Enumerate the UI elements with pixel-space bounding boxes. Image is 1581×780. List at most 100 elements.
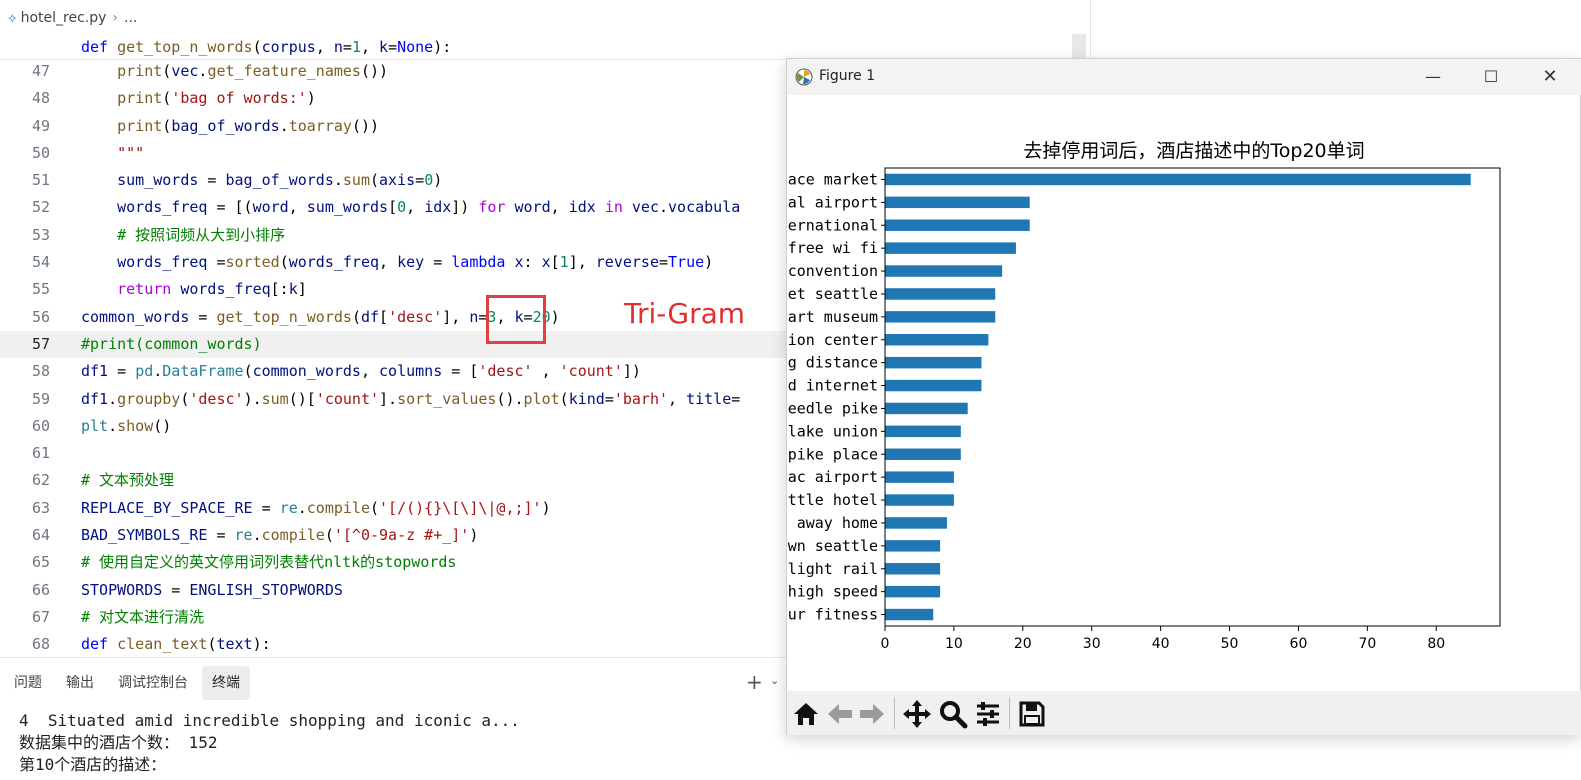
code-token: = [(	[207, 198, 253, 217]
x-tick-label: 10	[945, 636, 963, 652]
code-token: (	[370, 498, 380, 517]
code-token: # 文本预处理	[81, 471, 175, 490]
code-token: ])	[622, 362, 641, 381]
code-token: words_freq	[180, 280, 271, 299]
code-token: (	[324, 526, 334, 545]
close-button[interactable]: ✕	[1536, 65, 1564, 89]
zoom-icon[interactable]	[938, 699, 968, 729]
code-token: def	[81, 38, 118, 56]
maximize-button[interactable]: ☐	[1477, 65, 1505, 89]
bar	[885, 334, 989, 346]
add-terminal-icon[interactable]: +	[746, 670, 763, 694]
terminal-output[interactable]: 4 Situated amid incredible shopping and …	[19, 710, 520, 776]
panel-tab[interactable]: 问题	[4, 666, 52, 700]
line-number: 65	[31, 553, 50, 572]
sticky-code-text: def get_top_n_words(corpus, n=1, k=None)…	[81, 34, 451, 60]
breadcrumb-more[interactable]: ...	[124, 10, 137, 26]
code-token: in	[604, 198, 623, 217]
y-tick-label: wn seattle	[788, 537, 878, 555]
code-token: x	[514, 253, 524, 272]
bar	[885, 448, 961, 460]
code-token: plt	[81, 416, 109, 435]
configure-icon[interactable]	[973, 699, 1003, 729]
minimize-button[interactable]: —	[1419, 65, 1447, 89]
x-tick-label: 70	[1358, 636, 1376, 652]
bar	[885, 379, 982, 392]
code-token: df1	[81, 362, 109, 381]
y-tick-label: lake union	[788, 422, 878, 440]
code-text: # 文本预处理	[81, 467, 174, 494]
code-token: key	[397, 253, 425, 272]
code-text: plt.show()	[81, 413, 171, 440]
y-tick-label: d internet	[788, 377, 878, 395]
code-token: =	[604, 389, 614, 408]
code-token: (	[162, 62, 172, 80]
line-number: 51	[31, 171, 50, 190]
home-icon[interactable]	[791, 699, 821, 729]
code-token: ())	[351, 116, 380, 135]
line-number: 55	[31, 280, 50, 299]
toolbar-separator	[1009, 697, 1010, 729]
code-text: words_freq =sorted(words_freq, key = lam…	[81, 249, 713, 276]
breadcrumb-chevron-icon: ›	[112, 10, 119, 26]
y-tick-label: ac airport	[788, 468, 878, 486]
code-token: toarray	[288, 116, 352, 135]
sticky-scroll-line[interactable]: def get_top_n_words(corpus, n=1, k=None)…	[0, 34, 1090, 60]
code-token: (	[559, 389, 569, 408]
figure-title: Figure 1	[819, 68, 876, 84]
code-token: print	[117, 116, 163, 135]
code-text: def clean_text(text):	[81, 631, 271, 655]
x-tick-label: 0	[881, 636, 890, 652]
y-tick-label: g distance	[788, 354, 878, 372]
code-token: BAD_SYMBOLS_RE	[81, 526, 208, 545]
code-token: ).	[243, 389, 262, 408]
panel-tab[interactable]: 输出	[56, 666, 104, 700]
code-token: sorted	[225, 253, 280, 272]
forward-icon[interactable]	[857, 699, 887, 729]
figure-titlebar[interactable]: Figure 1 — ☐ ✕	[787, 59, 1581, 95]
code-token: =	[108, 362, 136, 381]
panel-tab[interactable]: 终端	[202, 666, 250, 700]
chevron-down-icon[interactable]: ⌄	[770, 674, 779, 687]
code-token: )	[541, 498, 551, 517]
code-token: x	[541, 253, 551, 272]
y-tick-label: light rail	[788, 560, 878, 578]
code-token: 'count'	[315, 389, 380, 408]
code-token: lambda	[451, 253, 506, 272]
code-text: #print(common_words)	[81, 331, 262, 358]
back-icon[interactable]	[825, 699, 855, 729]
x-tick-label: 80	[1427, 636, 1445, 652]
code-token: df1	[81, 389, 109, 408]
code-token: def	[81, 635, 118, 654]
code-token: .	[279, 116, 289, 135]
line-number: 54	[31, 253, 50, 272]
y-tick-label: et seattle	[788, 285, 878, 303]
y-tick-label: convention	[788, 262, 878, 280]
code-token: ):	[252, 635, 271, 654]
code-text: """	[81, 140, 144, 167]
pan-icon[interactable]	[902, 699, 932, 729]
breadcrumb-file[interactable]: hotel_rec.py	[21, 10, 107, 26]
panel-tab[interactable]: 调试控制台	[108, 666, 198, 700]
code-text: BAD_SYMBOLS_RE = re.compile('[^0-9a-z #+…	[81, 522, 478, 549]
code-token: 'desc'	[388, 307, 443, 326]
code-token: vocabula	[668, 198, 741, 217]
code-token: DataFrame	[162, 362, 244, 381]
code-token: plot	[523, 389, 560, 408]
save-icon[interactable]	[1017, 699, 1047, 729]
code-token: columns	[379, 362, 443, 381]
code-token: ],	[568, 253, 596, 272]
code-token: = [	[442, 362, 479, 381]
line-number: 60	[31, 416, 50, 435]
code-token: compile	[306, 498, 370, 517]
code-token: sum_words	[306, 198, 389, 217]
code-text: print(vec.get_feature_names())	[81, 58, 388, 85]
line-number: 57	[31, 334, 50, 353]
code-token: for	[478, 198, 506, 217]
bar	[885, 517, 948, 529]
